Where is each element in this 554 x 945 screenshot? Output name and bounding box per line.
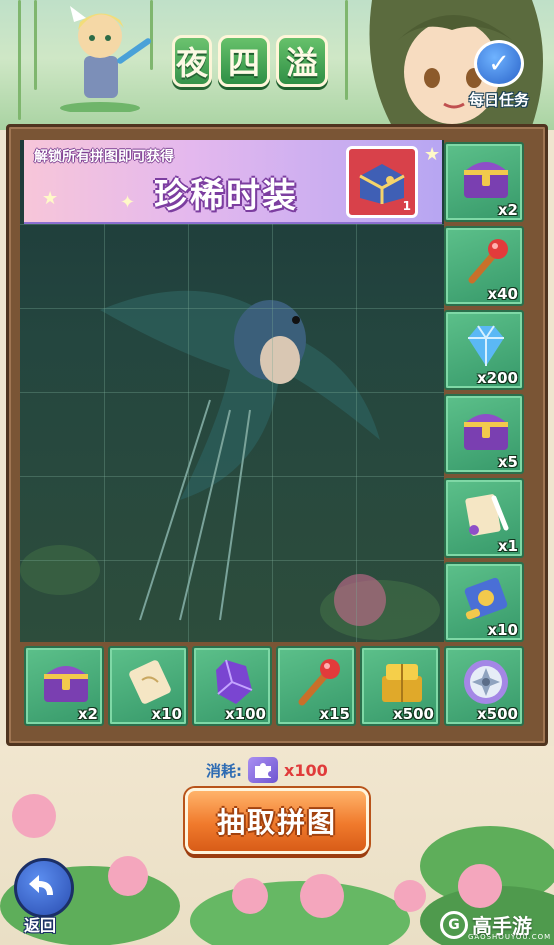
- sawblade-icon: [464, 660, 508, 704]
- diamond-icon: [468, 325, 504, 366]
- reward-tile[interactable]: x500: [360, 646, 440, 726]
- back-label: 返回: [24, 916, 57, 935]
- title-char: 四: [218, 35, 270, 87]
- scroll-quill-icon: [465, 494, 509, 536]
- draw-cost: 消耗: x100: [206, 756, 328, 784]
- reward-quantity: x1: [497, 537, 518, 555]
- treasure-chest-icon: [464, 414, 508, 450]
- star-icon: ★: [42, 188, 59, 209]
- treasure-chest-icon: [44, 666, 88, 702]
- reward-quantity: x500: [477, 705, 518, 723]
- draw-puzzle-button[interactable]: 抽取拼图: [185, 788, 369, 854]
- gold-bricks-icon: [382, 664, 422, 702]
- title-char: 夜: [172, 35, 212, 87]
- purple-crystal-icon: [216, 659, 253, 704]
- wand-icon: [298, 659, 340, 706]
- back-arrow-icon: [14, 858, 74, 918]
- reward-quantity: x100: [225, 705, 266, 723]
- reward-quantity: x5: [497, 453, 518, 471]
- reward-tile[interactable]: x200: [444, 310, 524, 390]
- title-char: 溢: [276, 35, 328, 87]
- star-icon: ✦: [120, 192, 136, 213]
- event-title: 夜 四 溢: [160, 30, 340, 92]
- reward-tile[interactable]: x1: [444, 478, 524, 558]
- unlock-subtitle: 解锁所有拼图即可获得: [34, 149, 174, 165]
- reward-quantity: x40: [487, 285, 518, 303]
- reward-tile[interactable]: x15: [276, 646, 356, 726]
- reward-tile[interactable]: x500: [444, 646, 524, 726]
- reward-tile[interactable]: x10: [108, 646, 188, 726]
- draw-puzzle-label: 抽取拼图: [216, 806, 337, 839]
- puzzle-piece-icon: [248, 757, 278, 783]
- reward-tile[interactable]: x100: [192, 646, 272, 726]
- reward-quantity: x2: [77, 705, 98, 723]
- cost-label: 消耗:: [206, 761, 242, 780]
- daily-task-button[interactable]: ✓ 每日任务: [456, 40, 542, 110]
- cost-value: x100: [284, 760, 328, 780]
- watermark-logo: G: [440, 910, 468, 939]
- reward-tile[interactable]: x40: [444, 226, 524, 306]
- unlock-title: 珍稀时装: [154, 176, 298, 216]
- back-button[interactable]: 返回: [10, 858, 80, 940]
- reward-quantity: x15: [319, 705, 350, 723]
- scroll-icon: [129, 660, 171, 704]
- reward-tile[interactable]: x10: [444, 562, 524, 642]
- checklist-icon: ✓: [474, 40, 524, 87]
- reward-quantity: x10: [487, 621, 518, 639]
- reward-tile[interactable]: x2: [24, 646, 104, 726]
- reward-quantity: x2: [497, 201, 518, 219]
- knight-character-avatar: [50, 0, 160, 114]
- costume-reward[interactable]: 1: [346, 146, 418, 218]
- star-icon: ★: [424, 144, 441, 165]
- daily-task-label: 每日任务: [468, 91, 529, 109]
- reward-tile[interactable]: x2: [444, 142, 524, 222]
- wand-icon: [468, 239, 508, 284]
- reward-tile[interactable]: x5: [444, 394, 524, 474]
- watermark-url: GAOSHOUYOU.COM: [468, 933, 552, 941]
- reward-quantity: x200: [477, 369, 518, 387]
- treasure-chest-icon: [464, 162, 508, 198]
- reward-count: 1: [402, 199, 411, 213]
- unlock-reward-banner: ★ ✦ ★ 解锁所有拼图即可获得 珍稀时装 1: [24, 140, 442, 224]
- reward-quantity: x10: [151, 705, 182, 723]
- blue-scroll-icon: [464, 577, 508, 620]
- costume-chest-icon: [359, 164, 405, 204]
- reward-quantity: x500: [393, 705, 434, 723]
